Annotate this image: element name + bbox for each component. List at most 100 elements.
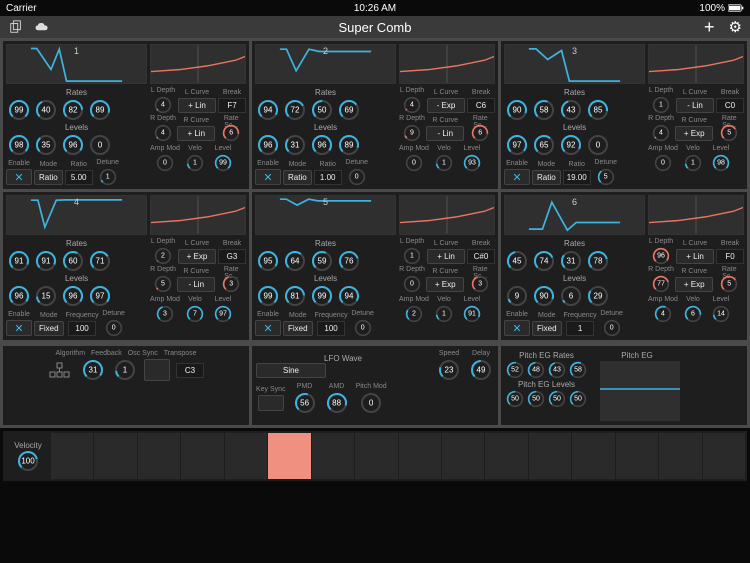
pmd-knob[interactable]: 56 [292,392,318,414]
op1-ampmod-knob[interactable]: 0 [155,154,175,172]
op6-velo-knob[interactable]: 6 [683,305,703,323]
op2-ldepth-knob[interactable]: 4 [402,96,422,114]
op5-rate1-knob[interactable]: 95 [255,250,281,272]
velocity-cell-13[interactable] [616,433,658,479]
op2-detune-knob[interactable]: 0 [347,168,367,186]
op3-level1-knob[interactable]: 97 [504,134,530,156]
op3-mode-select[interactable]: Ratio [532,170,561,185]
op2-outlevel-knob[interactable]: 93 [462,154,482,172]
velocity-cell-14[interactable] [659,433,701,479]
op2-ratio-field[interactable]: 1.00 [314,170,342,185]
op2-rdepth-knob[interactable]: 9 [402,124,422,142]
op2-level3-knob[interactable]: 96 [309,134,335,156]
velocity-cell-5[interactable] [268,433,310,479]
op5-level2-knob[interactable]: 81 [282,285,308,307]
op5-velo-knob[interactable]: 1 [434,305,454,323]
op1-env-graph[interactable]: 1 [6,44,147,84]
op2-env-graph[interactable]: 2 [255,44,396,84]
op5-level4-knob[interactable]: 94 [336,285,362,307]
op2-level1-knob[interactable]: 96 [255,134,281,156]
op4-rate4-knob[interactable]: 71 [87,250,113,272]
op1-rate1-knob[interactable]: 99 [6,99,32,121]
op3-rate4-knob[interactable]: 85 [585,99,611,121]
op3-lcurve-select[interactable]: - Lin [676,98,714,113]
op1-enable-toggle[interactable] [6,169,32,185]
op4-ampmod-knob[interactable]: 3 [155,305,175,323]
op3-ampmod-knob[interactable]: 0 [653,154,673,172]
op4-curve-graph[interactable] [150,195,246,235]
velocity-grid[interactable] [51,433,745,479]
op6-ldepth-knob[interactable]: 96 [651,247,671,265]
op5-level1-knob[interactable]: 99 [255,285,281,307]
op5-mode-select[interactable]: Fixed [283,321,313,336]
op3-level3-knob[interactable]: 92 [558,134,584,156]
op4-velo-knob[interactable]: 7 [185,305,205,323]
op4-env-graph[interactable]: 4 [6,195,147,235]
op2-break-field[interactable]: C6 [467,98,495,113]
algorithm-knob[interactable]: 31 [80,359,106,381]
cloud-icon[interactable] [34,20,50,34]
op5-curve-graph[interactable] [399,195,495,235]
op3-detune-knob[interactable]: 5 [596,168,616,186]
op3-enable-toggle[interactable] [504,169,530,185]
op3-rdepth-knob[interactable]: 4 [651,124,671,142]
velocity-cell-15[interactable] [703,433,745,479]
op1-level4-knob[interactable]: 0 [87,134,113,156]
velocity-cell-12[interactable] [572,433,614,479]
op5-env-graph[interactable]: 5 [255,195,396,235]
op6-ampmod-knob[interactable]: 4 [653,305,673,323]
op5-rate4-knob[interactable]: 76 [336,250,362,272]
op6-ratio-field[interactable]: 1 [566,321,594,336]
op4-detune-knob[interactable]: 0 [104,319,124,337]
op1-level1-knob[interactable]: 98 [6,134,32,156]
op2-enable-toggle[interactable] [255,169,281,185]
op3-velo-knob[interactable]: 1 [683,154,703,172]
op2-rate2-knob[interactable]: 72 [282,99,308,121]
op3-rate2-knob[interactable]: 58 [531,99,557,121]
op2-rate3-knob[interactable]: 50 [309,99,335,121]
op4-rcurve-select[interactable]: - Lin [177,277,215,292]
op2-rcurve-select[interactable]: - Lin [426,126,464,141]
op5-rdepth-knob[interactable]: 0 [402,275,422,293]
velocity-cell-2[interactable] [138,433,180,479]
velocity-cell-9[interactable] [442,433,484,479]
keysync-toggle[interactable] [258,395,284,411]
velocity-cell-0[interactable] [51,433,93,479]
op4-mode-select[interactable]: Fixed [34,321,64,336]
op2-rate4-knob[interactable]: 69 [336,99,362,121]
op6-level2-knob[interactable]: 90 [531,285,557,307]
settings-icon[interactable]: ⚙ [729,18,742,36]
op2-level4-knob[interactable]: 89 [336,134,362,156]
op6-break-field[interactable]: F0 [716,249,744,264]
op3-ratio-field[interactable]: 19.00 [563,170,591,185]
copy-icon[interactable] [8,20,24,34]
lfo-speed-knob[interactable]: 23 [436,359,462,381]
velocity-cell-3[interactable] [181,433,223,479]
op4-level3-knob[interactable]: 96 [60,285,86,307]
op1-level3-knob[interactable]: 96 [60,134,86,156]
op1-ratio-field[interactable]: 5.00 [65,170,93,185]
op1-level2-knob[interactable]: 35 [33,134,59,156]
op5-break-field[interactable]: C#0 [467,249,495,264]
op3-break-field[interactable]: C0 [716,98,744,113]
op3-rate1-knob[interactable]: 90 [504,99,530,121]
op1-rdepth-knob[interactable]: 4 [153,124,173,142]
pitcheg-level1-knob[interactable]: 50 [505,390,525,408]
velocity-cell-6[interactable] [312,433,354,479]
op5-enable-toggle[interactable] [255,320,281,336]
op1-velo-knob[interactable]: 1 [185,154,205,172]
op2-rate1-knob[interactable]: 94 [255,99,281,121]
pitcheg-rate4-knob[interactable]: 58 [568,361,588,379]
op2-ratesc-knob[interactable]: 6 [470,124,490,142]
op5-ratesc-knob[interactable]: 3 [470,275,490,293]
op3-rcurve-select[interactable]: + Exp [675,126,713,141]
op5-detune-knob[interactable]: 0 [353,319,373,337]
op4-outlevel-knob[interactable]: 97 [213,305,233,323]
op5-level3-knob[interactable]: 99 [309,285,335,307]
op6-detune-knob[interactable]: 0 [602,319,622,337]
op4-level1-knob[interactable]: 96 [6,285,32,307]
feedback-knob[interactable]: 1 [112,359,138,381]
op2-ampmod-knob[interactable]: 0 [404,154,424,172]
op6-enable-toggle[interactable] [504,320,530,336]
op1-rate4-knob[interactable]: 89 [87,99,113,121]
